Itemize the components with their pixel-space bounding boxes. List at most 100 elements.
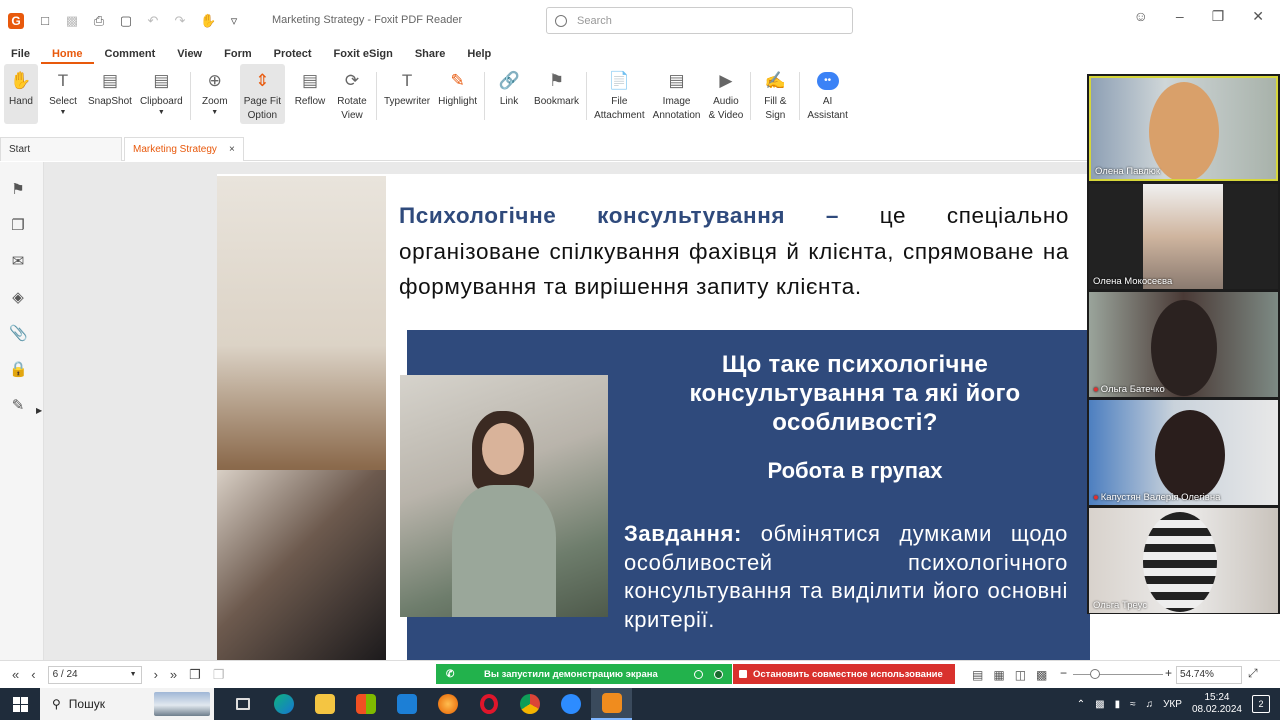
menu-home[interactable]: Home: [40, 44, 94, 64]
volume-icon[interactable]: ♫: [1146, 699, 1154, 710]
menu-foxit-esign[interactable]: Foxit eSign: [323, 44, 404, 64]
typewriter-button[interactable]: T Typewriter: [384, 64, 430, 109]
tab-close-icon[interactable]: ×: [229, 138, 235, 161]
file-attachment-button[interactable]: 📄 File Attachment: [594, 64, 645, 123]
page-fit-option-button[interactable]: ⇕ Page Fit Option: [239, 64, 285, 124]
link-button[interactable]: 🔗 Link: [492, 64, 526, 109]
bookmark-button[interactable]: ⚑ Bookmark: [534, 64, 579, 109]
notifications-icon[interactable]: 2: [1252, 695, 1270, 713]
restore-icon[interactable]: ❐: [1212, 8, 1225, 25]
input-language[interactable]: УКР: [1163, 699, 1182, 710]
file-explorer-icon[interactable]: [304, 688, 345, 720]
minimize-icon[interactable]: –: [1176, 8, 1184, 25]
security-panel-icon[interactable]: 🔒: [9, 360, 28, 378]
hand-dropdown-icon[interactable]: ✋: [200, 14, 216, 28]
network-icon[interactable]: ▩: [1095, 699, 1104, 710]
zoom-chevron-icon: ▼: [211, 109, 219, 116]
zoom-in-icon[interactable]: +: [1165, 666, 1172, 680]
participant-tile[interactable]: Олена Павлюк: [1089, 76, 1278, 181]
firefox-icon[interactable]: [427, 688, 468, 720]
page-number-input[interactable]: 6 / 24 ▼: [47, 665, 142, 684]
hand-button[interactable]: ✋ Hand: [4, 64, 38, 124]
image-annotation-button[interactable]: ▤ Image Annotation: [653, 64, 701, 123]
rotate-view-button[interactable]: ⟳ Rotate View: [335, 64, 369, 123]
menu-comment[interactable]: Comment: [94, 44, 167, 64]
tab-start[interactable]: Start: [0, 137, 122, 161]
tab-marketing-strategy[interactable]: Marketing Strategy ×: [124, 137, 244, 161]
comments-panel-icon[interactable]: ✉: [9, 252, 27, 270]
customize-chevron-icon[interactable]: ▿: [227, 14, 241, 28]
edge-icon[interactable]: [263, 688, 304, 720]
taskbar-search[interactable]: ⚲ Пошук: [40, 688, 214, 720]
zoom-level-select[interactable]: 54.74%: [1176, 666, 1242, 684]
menu-help[interactable]: Help: [456, 44, 502, 64]
window-controls: ☺ – ❐ ✕: [1134, 8, 1280, 25]
open-folder-icon[interactable]: □: [38, 14, 52, 28]
fullscreen-icon[interactable]: ⤢: [1248, 666, 1258, 681]
select-button[interactable]: T Select ▼: [46, 64, 80, 116]
wifi-icon[interactable]: ≈: [1130, 699, 1136, 710]
single-page-view-icon[interactable]: ▤: [972, 668, 983, 682]
participant-tile[interactable]: ● Ольга Батечко: [1089, 292, 1278, 397]
zoom-app-icon[interactable]: [550, 688, 591, 720]
start-button[interactable]: [0, 688, 40, 720]
ai-assistant-button[interactable]: •• AI Assistant: [807, 64, 848, 123]
reflow-button[interactable]: ▤ Reflow: [293, 64, 327, 109]
signatures-panel-icon[interactable]: ✎: [9, 396, 27, 414]
menu-file[interactable]: File: [0, 44, 41, 64]
participant-tile[interactable]: ● Капустян Валерія Олегівна: [1089, 400, 1278, 505]
zoom-button[interactable]: ⊕ Zoom ▼: [198, 64, 232, 116]
undo-icon[interactable]: ↶: [146, 14, 160, 28]
stop-sharing-button[interactable]: Остановить совместное использование: [733, 664, 955, 684]
zoom-slider-handle[interactable]: [1090, 669, 1100, 679]
foxit-reader-icon[interactable]: [591, 688, 632, 720]
participant-tile[interactable]: Ольга Треус: [1089, 508, 1278, 613]
pages-panel-icon[interactable]: ❐: [9, 216, 27, 234]
tray-chevron-icon[interactable]: ⌃: [1077, 699, 1085, 710]
save-icon[interactable]: ▩: [65, 14, 79, 28]
pause-share-icon[interactable]: [694, 669, 703, 679]
continuous-view-icon[interactable]: ▦: [993, 668, 1004, 682]
expand-sidebar-icon[interactable]: ▶: [36, 406, 42, 415]
battery-icon[interactable]: ▮: [1115, 699, 1121, 710]
clock-time: 15:24: [1204, 692, 1230, 703]
continuous-facing-view-icon[interactable]: ▩: [1036, 668, 1047, 682]
layers-panel-icon[interactable]: ◈: [9, 288, 27, 306]
bookmarks-panel-icon[interactable]: ⚑: [9, 180, 27, 198]
copy-page-icon[interactable]: ❐: [189, 667, 201, 683]
clipboard-button[interactable]: ▤ Clipboard ▼: [140, 64, 183, 116]
print-icon[interactable]: ⎙: [92, 14, 106, 28]
search-input[interactable]: Search: [546, 7, 853, 34]
last-page-icon[interactable]: »: [170, 667, 177, 682]
zoom-out-icon[interactable]: −: [1060, 666, 1067, 680]
document-view[interactable]: Психологічне консультування – це спеціал…: [44, 162, 1090, 660]
zoom-slider[interactable]: [1073, 674, 1163, 675]
store-icon[interactable]: [345, 688, 386, 720]
mail-icon[interactable]: [386, 688, 427, 720]
menu-view[interactable]: View: [166, 44, 213, 64]
snapshot-button[interactable]: ▤ SnapShot: [88, 64, 132, 109]
menu-form[interactable]: Form: [213, 44, 263, 64]
menu-share[interactable]: Share: [404, 44, 457, 64]
opera-icon[interactable]: [468, 688, 509, 720]
document-icon[interactable]: ▢: [119, 14, 133, 28]
first-page-icon[interactable]: «: [12, 667, 19, 682]
task-view-icon[interactable]: [222, 688, 263, 720]
clock[interactable]: 15:24 08.02.2024: [1192, 692, 1242, 716]
close-icon[interactable]: ✕: [1252, 8, 1264, 25]
chrome-icon[interactable]: [509, 688, 550, 720]
highlight-button[interactable]: ✎ Highlight: [438, 64, 477, 109]
paste-page-icon[interactable]: ❐: [213, 667, 225, 683]
next-page-icon[interactable]: ›: [154, 667, 158, 682]
fill-sign-button[interactable]: ✍ Fill & Sign: [758, 64, 792, 123]
image-annotation-label-2: Annotation: [652, 110, 701, 121]
account-icon[interactable]: ☺: [1134, 8, 1148, 25]
attachments-panel-icon[interactable]: 📎: [9, 324, 28, 342]
audio-video-button[interactable]: ▶ Audio & Video: [708, 64, 743, 123]
foxit-logo-icon: G: [8, 13, 24, 29]
facing-view-icon[interactable]: ◫: [1015, 668, 1026, 682]
redo-icon[interactable]: ↷: [173, 14, 187, 28]
participant-tile[interactable]: Олена Мокосеєва: [1089, 184, 1278, 289]
menu-protect[interactable]: Protect: [263, 44, 323, 64]
prev-page-icon[interactable]: ‹: [31, 667, 35, 682]
